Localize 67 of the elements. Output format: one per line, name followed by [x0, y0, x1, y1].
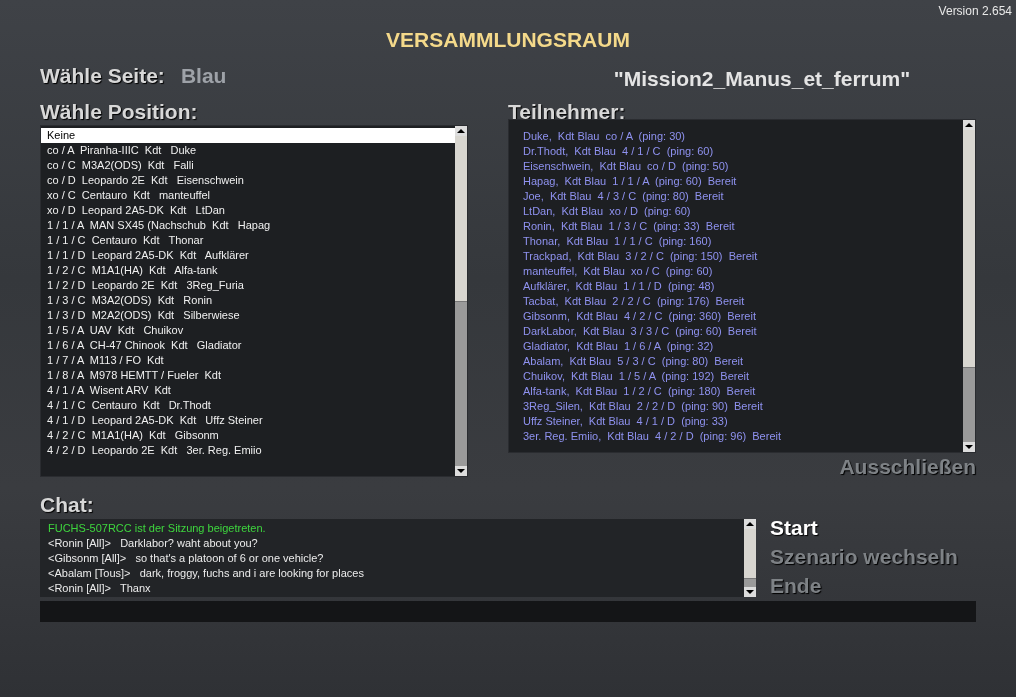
chat-message: FUCHS-507RCC ist der Sitzung beigetreten. — [48, 521, 267, 536]
participant-item[interactable]: Dr.Thodt, Kdt Blau 4 / 1 / C (ping: 60) — [523, 144, 949, 159]
chat-message: <Ronin [All]> Thanx — [48, 581, 152, 596]
position-item[interactable]: 1 / 2 / D Leopardo 2E Kdt 3Reg_Furia — [41, 278, 455, 293]
participants-label: Teilnehmer: — [508, 100, 627, 125]
position-item[interactable]: 1 / 7 / A M113 / FO Kdt — [41, 353, 455, 368]
scrollbar[interactable] — [455, 126, 467, 476]
chat-message: <Gibsonm [All]> so that's a platoon of 6 or one vehicle? — [48, 551, 325, 566]
position-item[interactable]: 1 / 5 / A UAV Kdt Chuikov — [41, 323, 455, 338]
participant-item[interactable]: Aufklärer, Kdt Blau 1 / 1 / D (ping: 48) — [523, 279, 949, 294]
participant-item[interactable]: Eisenschwein, Kdt Blau co / D (ping: 50) — [523, 159, 949, 174]
participant-item[interactable]: Duke, Kdt Blau co / A (ping: 30) — [523, 129, 949, 144]
scroll-up-icon[interactable] — [744, 519, 756, 529]
participant-item[interactable]: 3er. Reg. Emiio, Kdt Blau 4 / 2 / D (ping: 96) Bereit — [523, 429, 949, 444]
chat-label: Chat: — [40, 493, 95, 518]
participant-item[interactable]: Joe, Kdt Blau 4 / 3 / C (ping: 80) Bereit — [523, 189, 949, 204]
participant-item[interactable]: 3Reg_Silen, Kdt Blau 2 / 2 / D (ping: 90) Bereit — [523, 399, 949, 414]
position-item[interactable]: 4 / 2 / C M1A1(HA) Kdt Gibsonm — [41, 428, 455, 443]
participant-item[interactable]: Gladiator, Kdt Blau 1 / 6 / A (ping: 32) — [523, 339, 949, 354]
participant-item[interactable]: Alfa-tank, Kdt Blau 1 / 2 / C (ping: 180) Bereit — [523, 384, 949, 399]
chat-message: <Ronin [All]> Darklabor? waht about you? — [48, 536, 259, 551]
participant-item[interactable]: Abalam, Kdt Blau 5 / 3 / C (ping: 80) Bereit — [523, 354, 949, 369]
position-item[interactable]: xo / D Leopard 2A5-DK Kdt LtDan — [41, 203, 455, 218]
participant-item[interactable]: LtDan, Kdt Blau xo / D (ping: 60) — [523, 204, 949, 219]
version-label: Version 2.654 — [938, 4, 1012, 20]
participant-item[interactable]: manteuffel, Kdt Blau xo / C (ping: 60) — [523, 264, 949, 279]
participant-item[interactable]: Chuikov, Kdt Blau 1 / 5 / A (ping: 192) Bereit — [523, 369, 949, 384]
participant-item[interactable]: Uffz Steiner, Kdt Blau 4 / 1 / D (ping: 33) — [523, 414, 949, 429]
position-item[interactable]: Keine — [41, 128, 455, 143]
position-item[interactable]: 1 / 1 / C Centauro Kdt Thonar — [41, 233, 455, 248]
position-item[interactable]: xo / C Centauro Kdt manteuffel — [41, 188, 455, 203]
scroll-up-icon[interactable] — [455, 126, 467, 136]
position-item[interactable]: co / A Piranha-IIIC Kdt Duke — [41, 143, 455, 158]
chat-input-field[interactable] — [40, 601, 976, 622]
position-item[interactable]: co / D Leopardo 2E Kdt Eisenschwein — [41, 173, 455, 188]
scrollbar[interactable] — [744, 519, 756, 597]
participant-item[interactable]: Ronin, Kdt Blau 1 / 3 / C (ping: 33) Bereit — [523, 219, 949, 234]
participant-item[interactable]: Tacbat, Kdt Blau 2 / 2 / C (ping: 176) Bereit — [523, 294, 949, 309]
screen-title: VERSAMMLUNGSRAUM — [386, 28, 630, 53]
position-item[interactable]: 4 / 1 / A Wisent ARV Kdt — [41, 383, 455, 398]
position-item[interactable]: 1 / 1 / D Leopard 2A5-DK Kdt Aufklärer — [41, 248, 455, 263]
participant-item[interactable]: Hapag, Kdt Blau 1 / 1 / A (ping: 60) Bereit — [523, 174, 949, 189]
participant-item[interactable]: Thonar, Kdt Blau 1 / 1 / C (ping: 160) — [523, 234, 949, 249]
side-value[interactable]: Blau — [180, 64, 227, 88]
position-label: Wähle Position: — [40, 100, 199, 125]
position-item[interactable]: 1 / 1 / A MAN SX45 (Nachschub Kdt Hapag — [41, 218, 455, 233]
scrollbar[interactable] — [963, 120, 975, 452]
scroll-down-icon[interactable] — [963, 442, 975, 452]
mission-title: "Mission2_Manus_et_ferrum" — [613, 66, 911, 92]
position-item[interactable]: 4 / 1 / D Leopard 2A5-DK Kdt Uffz Steiner — [41, 413, 455, 428]
chat-message: <Abalam [Tous]> dark, froggy, fuchs and i are looking for places — [48, 566, 365, 581]
participant-item[interactable]: DarkLabor, Kdt Blau 3 / 3 / C (ping: 60) Bereit — [523, 324, 949, 339]
participant-item[interactable]: Gibsonm, Kdt Blau 4 / 2 / C (ping: 360) Bereit — [523, 309, 949, 324]
position-item[interactable]: 1 / 3 / C M3A2(ODS) Kdt Ronin — [41, 293, 455, 308]
position-item[interactable]: 1 / 6 / A CH-47 Chinook Kdt Gladiator — [41, 338, 455, 353]
position-item[interactable]: 4 / 1 / C Centauro Kdt Dr.Thodt — [41, 398, 455, 413]
position-item[interactable]: 1 / 8 / A M978 HEMTT / Fueler Kdt — [41, 368, 455, 383]
scroll-up-icon[interactable] — [963, 120, 975, 130]
participant-item[interactable]: Trackpad, Kdt Blau 3 / 2 / C (ping: 150) Bereit — [523, 249, 949, 264]
scroll-down-icon[interactable] — [455, 466, 467, 476]
position-item[interactable]: 1 / 2 / C M1A1(HA) Kdt Alfa-tank — [41, 263, 455, 278]
position-item[interactable]: co / C M3A2(ODS) Kdt Falli — [41, 158, 455, 173]
position-item[interactable]: 4 / 2 / D Leopardo 2E Kdt 3er. Reg. Emiio — [41, 443, 455, 458]
side-label: Wähle Seite: — [40, 64, 165, 88]
menu-button[interactable]: Start — [770, 513, 818, 542]
scroll-down-icon[interactable] — [744, 587, 756, 597]
position-item[interactable]: 1 / 3 / D M2A2(ODS) Kdt Silberwiese — [41, 308, 455, 323]
